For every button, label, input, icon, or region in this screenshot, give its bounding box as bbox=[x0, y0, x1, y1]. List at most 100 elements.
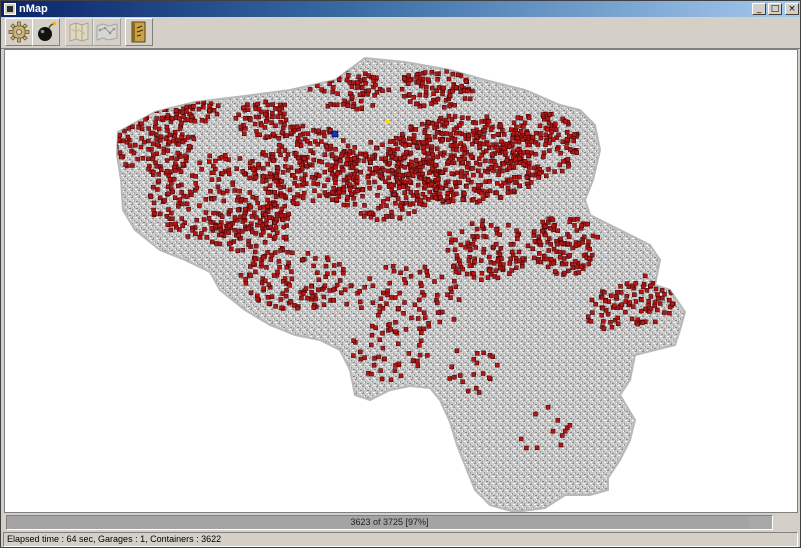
garage-marker[interactable] bbox=[331, 130, 339, 138]
container-marker bbox=[345, 195, 350, 200]
container-marker bbox=[644, 287, 650, 293]
container-marker bbox=[240, 169, 245, 174]
container-marker bbox=[165, 148, 170, 153]
container-marker bbox=[310, 198, 316, 203]
container-marker bbox=[373, 145, 379, 151]
container-marker bbox=[509, 268, 514, 273]
container-marker bbox=[425, 353, 430, 358]
progress-text: 3623 of 3725 [97%] bbox=[350, 517, 429, 527]
container-marker bbox=[264, 134, 270, 139]
container-marker bbox=[334, 102, 340, 108]
container-marker bbox=[273, 304, 278, 309]
book-button[interactable] bbox=[125, 18, 153, 46]
settings-button[interactable] bbox=[5, 18, 33, 46]
container-marker bbox=[499, 139, 504, 144]
map-canvas[interactable] bbox=[5, 50, 798, 513]
container-marker bbox=[452, 374, 457, 380]
container-marker bbox=[226, 241, 232, 247]
progress-bar: 3623 of 3725 [97%] bbox=[6, 515, 773, 530]
container-marker bbox=[400, 132, 405, 137]
container-marker bbox=[179, 216, 185, 221]
container-marker bbox=[469, 154, 474, 160]
container-marker bbox=[221, 198, 227, 204]
minimize-button[interactable]: _ bbox=[752, 3, 766, 15]
container-marker bbox=[370, 171, 376, 176]
container-marker bbox=[345, 143, 351, 149]
container-marker bbox=[458, 373, 463, 378]
container-marker bbox=[389, 183, 395, 188]
container-marker bbox=[370, 103, 376, 108]
container-marker bbox=[328, 102, 333, 107]
container-marker bbox=[564, 145, 569, 150]
container-marker bbox=[261, 174, 266, 179]
container-marker bbox=[567, 252, 572, 258]
container-marker bbox=[517, 174, 522, 180]
container-marker bbox=[254, 215, 259, 220]
container-marker bbox=[329, 171, 335, 177]
container-marker bbox=[460, 197, 466, 202]
container-marker bbox=[486, 118, 492, 124]
container-marker bbox=[228, 246, 234, 252]
container-marker bbox=[360, 187, 365, 193]
container-marker bbox=[530, 246, 535, 251]
container-marker bbox=[279, 179, 284, 184]
maximize-button[interactable]: □ bbox=[768, 3, 782, 15]
container-marker bbox=[284, 265, 289, 270]
container-marker bbox=[219, 232, 225, 237]
container-marker bbox=[541, 154, 546, 160]
container-marker bbox=[497, 265, 503, 271]
container-marker bbox=[452, 137, 458, 142]
container-marker bbox=[250, 229, 255, 235]
container-marker bbox=[335, 91, 340, 96]
container-marker bbox=[168, 181, 174, 186]
bomb-button[interactable] bbox=[32, 18, 60, 46]
container-marker bbox=[462, 156, 468, 162]
container-marker bbox=[526, 170, 531, 175]
container-marker bbox=[516, 249, 522, 255]
container-marker bbox=[452, 278, 457, 284]
container-marker bbox=[279, 206, 285, 212]
app-icon[interactable] bbox=[4, 3, 16, 15]
container-marker bbox=[211, 196, 217, 201]
container-marker bbox=[448, 286, 453, 291]
container-marker bbox=[429, 70, 435, 75]
container-marker bbox=[148, 194, 154, 200]
container-marker bbox=[540, 219, 545, 225]
container-marker bbox=[363, 153, 368, 158]
container-marker bbox=[150, 184, 156, 190]
map-button[interactable] bbox=[65, 18, 93, 46]
container-marker bbox=[342, 287, 348, 292]
title-bar[interactable]: nMap _ □ × bbox=[1, 1, 800, 17]
container-marker bbox=[398, 203, 403, 209]
container-marker bbox=[434, 187, 439, 192]
container-marker bbox=[191, 136, 197, 142]
container-marker bbox=[289, 269, 294, 274]
container-marker bbox=[404, 149, 409, 155]
container-marker bbox=[180, 110, 185, 115]
map-view[interactable] bbox=[4, 49, 798, 513]
container-marker bbox=[561, 256, 567, 261]
container-marker bbox=[360, 193, 365, 199]
container-marker bbox=[474, 160, 479, 166]
container-marker bbox=[242, 131, 247, 136]
container-marker bbox=[470, 242, 476, 247]
container-marker bbox=[420, 76, 426, 82]
container-marker bbox=[357, 289, 362, 294]
container-marker bbox=[479, 271, 485, 276]
container-marker bbox=[648, 306, 654, 311]
container-marker bbox=[154, 116, 159, 121]
container-marker bbox=[393, 156, 398, 161]
container-marker bbox=[508, 256, 513, 262]
container-marker bbox=[226, 230, 231, 235]
container-marker bbox=[186, 206, 191, 212]
container-marker bbox=[387, 322, 392, 327]
highlight-marker[interactable] bbox=[386, 120, 390, 124]
container-marker bbox=[488, 127, 494, 132]
container-marker bbox=[499, 183, 504, 189]
container-marker bbox=[444, 131, 449, 136]
close-button[interactable]: × bbox=[785, 3, 799, 15]
container-marker bbox=[485, 169, 491, 175]
container-marker bbox=[333, 155, 339, 161]
container-marker bbox=[653, 286, 659, 292]
network-map-button[interactable] bbox=[93, 18, 121, 46]
